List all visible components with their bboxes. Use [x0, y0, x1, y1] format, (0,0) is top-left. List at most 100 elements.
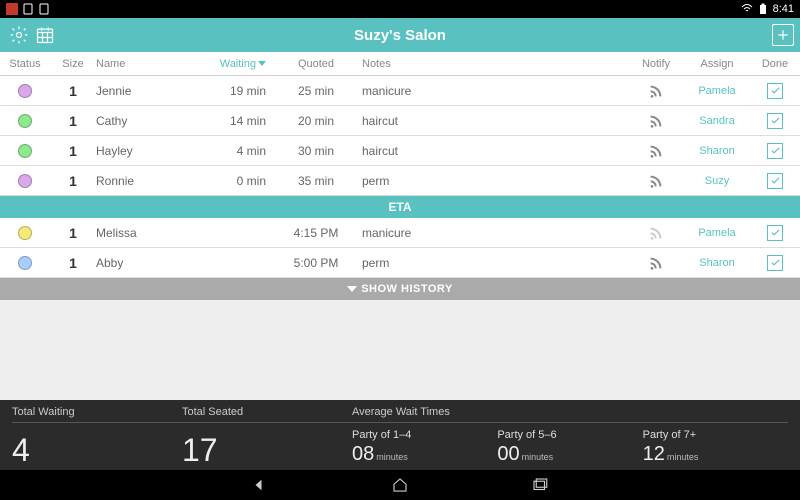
settings-icon[interactable]	[6, 22, 32, 48]
page-title: Suzy's Salon	[0, 27, 800, 44]
total-seated-value: 17	[182, 434, 352, 466]
notify-icon[interactable]	[628, 143, 684, 159]
done-checkbox[interactable]	[767, 255, 783, 271]
party-size: 1	[50, 173, 96, 189]
avg-wait-label: Average Wait Times	[352, 406, 450, 418]
status-dot	[18, 174, 32, 188]
assign-link[interactable]: Pamela	[684, 85, 750, 97]
done-checkbox[interactable]	[767, 113, 783, 129]
android-navbar	[0, 470, 800, 500]
column-headers: Status Size Name Waiting Quoted Notes No…	[0, 52, 800, 76]
calendar-icon[interactable]	[32, 22, 58, 48]
col-notes[interactable]: Notes	[356, 58, 628, 70]
party-size: 1	[50, 255, 96, 271]
done-checkbox[interactable]	[767, 83, 783, 99]
sort-indicator-icon	[258, 61, 266, 66]
party-size: 1	[50, 143, 96, 159]
table-row[interactable]: 1Hayley4 min30 minhaircutSharon	[0, 136, 800, 166]
avg-party-label: Party of 5–6	[497, 429, 642, 441]
guest-name: Melissa	[96, 226, 196, 240]
col-name[interactable]: Name	[96, 58, 196, 70]
notes-text: manicure	[356, 226, 628, 240]
table-row[interactable]: 1Ronnie0 min35 minpermSuzy	[0, 166, 800, 196]
status-dot	[18, 226, 32, 240]
table-row[interactable]: 1Jennie19 min25 minmanicurePamela	[0, 76, 800, 106]
avg-wait-group: Party of 1–4 08minutes	[352, 429, 497, 466]
total-waiting-label: Total Waiting	[12, 406, 182, 418]
avg-value: 12	[643, 443, 665, 465]
assign-link[interactable]: Sharon	[684, 257, 750, 269]
assign-link[interactable]: Pamela	[684, 227, 750, 239]
status-dot	[18, 144, 32, 158]
notes-text: haircut	[356, 144, 628, 158]
done-checkbox[interactable]	[767, 225, 783, 241]
stats-footer: Total Waiting Total Seated Average Wait …	[0, 400, 800, 470]
notify-icon[interactable]	[628, 225, 684, 241]
col-quoted[interactable]: Quoted	[276, 58, 356, 70]
waiting-time: 0 min	[196, 174, 276, 188]
quoted-time: 5:00 PM	[276, 256, 356, 270]
party-size: 1	[50, 113, 96, 129]
col-size[interactable]: Size	[50, 58, 96, 70]
guest-name: Abby	[96, 256, 196, 270]
app-header: Suzy's Salon	[0, 18, 800, 52]
avg-unit: minutes	[522, 452, 554, 462]
notification-icon	[38, 3, 50, 15]
notes-text: haircut	[356, 114, 628, 128]
waiting-time: 4 min	[196, 144, 276, 158]
add-button[interactable]	[772, 24, 794, 46]
total-seated-label: Total Seated	[182, 406, 352, 418]
avg-unit: minutes	[667, 452, 699, 462]
notify-icon[interactable]	[628, 83, 684, 99]
assign-link[interactable]: Sandra	[684, 115, 750, 127]
col-waiting[interactable]: Waiting	[196, 58, 276, 70]
col-status[interactable]: Status	[0, 58, 50, 70]
avg-party-label: Party of 1–4	[352, 429, 497, 441]
col-done[interactable]: Done	[750, 58, 800, 70]
avg-unit: minutes	[376, 452, 408, 462]
notification-icon	[22, 3, 34, 15]
notify-icon[interactable]	[628, 255, 684, 271]
chevron-down-icon	[347, 286, 357, 292]
col-assign[interactable]: Assign	[684, 58, 750, 70]
table-row[interactable]: 1Abby5:00 PMpermSharon	[0, 248, 800, 278]
avg-value: 08	[352, 443, 374, 465]
quoted-time: 25 min	[276, 84, 356, 98]
done-checkbox[interactable]	[767, 173, 783, 189]
quoted-time: 4:15 PM	[276, 226, 356, 240]
avg-party-label: Party of 7+	[643, 429, 788, 441]
avg-wait-group: Party of 7+ 12minutes	[643, 429, 788, 466]
wifi-icon	[741, 3, 753, 15]
show-history-button[interactable]: SHOW HISTORY	[0, 278, 800, 300]
recents-icon[interactable]	[530, 475, 550, 495]
status-dot	[18, 114, 32, 128]
table-row[interactable]: 1Melissa 4:15 PMmanicure Pamela	[0, 218, 800, 248]
notify-icon[interactable]	[628, 113, 684, 129]
eta-section-header: ETA	[0, 196, 800, 218]
guest-name: Jennie	[96, 84, 196, 98]
assign-link[interactable]: Sharon	[684, 145, 750, 157]
status-dot	[18, 84, 32, 98]
waiting-time: 14 min	[196, 114, 276, 128]
notes-text: manicure	[356, 84, 628, 98]
guest-name: Cathy	[96, 114, 196, 128]
guest-name: Ronnie	[96, 174, 196, 188]
notify-icon[interactable]	[628, 173, 684, 189]
battery-icon	[757, 3, 769, 15]
app-icon	[6, 3, 18, 15]
col-notify[interactable]: Notify	[628, 58, 684, 70]
home-icon[interactable]	[390, 475, 410, 495]
android-statusbar: 8:41	[0, 0, 800, 18]
avg-value: 00	[497, 443, 519, 465]
guest-name: Hayley	[96, 144, 196, 158]
party-size: 1	[50, 83, 96, 99]
status-dot	[18, 256, 32, 270]
done-checkbox[interactable]	[767, 143, 783, 159]
back-icon[interactable]	[250, 475, 270, 495]
quoted-time: 20 min	[276, 114, 356, 128]
notes-text: perm	[356, 174, 628, 188]
assign-link[interactable]: Suzy	[684, 175, 750, 187]
clock-text: 8:41	[773, 3, 794, 15]
table-row[interactable]: 1Cathy14 min20 minhaircut Sandra	[0, 106, 800, 136]
party-size: 1	[50, 225, 96, 241]
